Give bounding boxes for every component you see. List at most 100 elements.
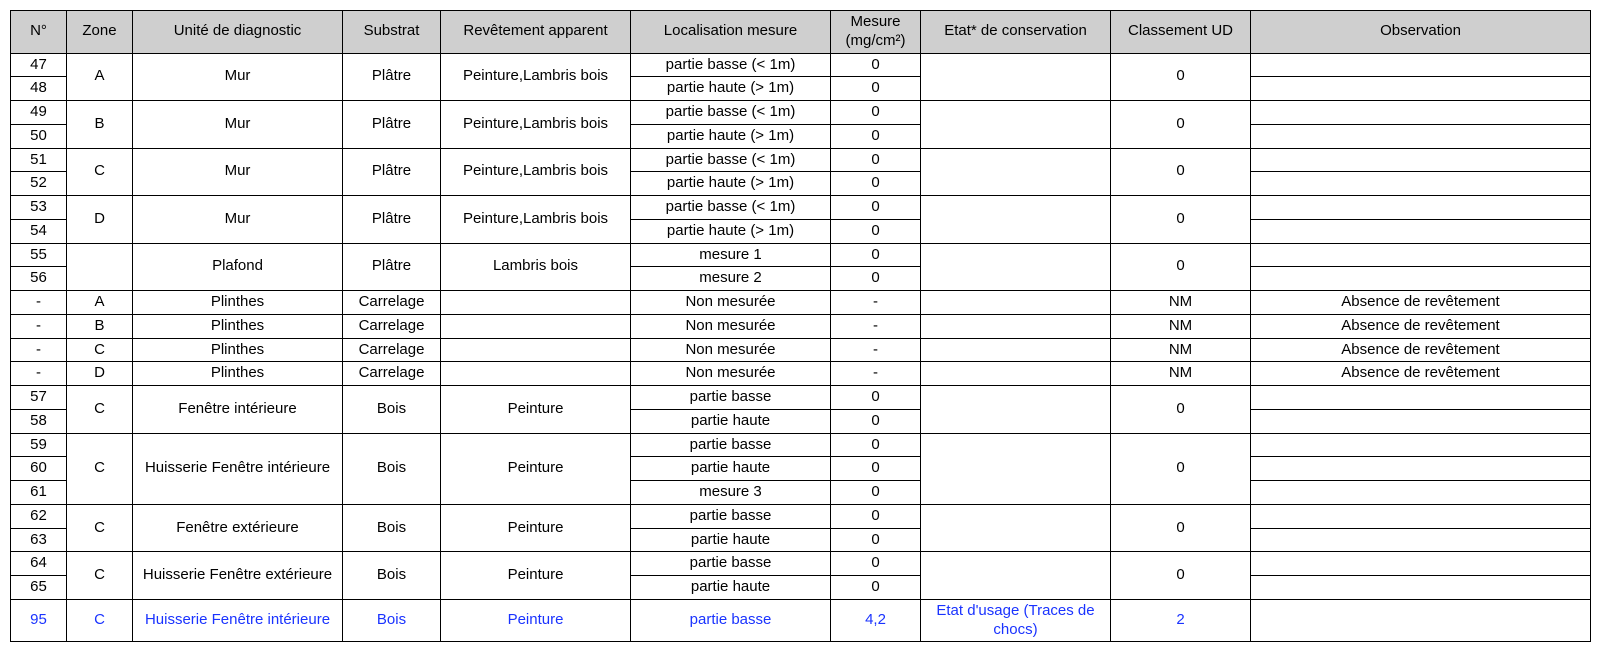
cell: 0: [831, 552, 921, 576]
cell: [1251, 148, 1591, 172]
cell: partie basse: [631, 504, 831, 528]
cell: [921, 433, 1111, 504]
cell: [921, 338, 1111, 362]
cell: [1251, 267, 1591, 291]
cell: Absence de revêtement: [1251, 291, 1591, 315]
cell: C: [67, 504, 133, 552]
cell: Non mesurée: [631, 338, 831, 362]
cell: 0: [1111, 148, 1251, 196]
cell: 0: [831, 386, 921, 410]
cell: Bois: [343, 599, 441, 642]
cell: Lambris bois: [441, 243, 631, 291]
cell: Plafond: [133, 243, 343, 291]
cell: partie haute: [631, 457, 831, 481]
cell: [921, 552, 1111, 600]
cell: 61: [11, 481, 67, 505]
cell: Mur: [133, 196, 343, 244]
cell: 59: [11, 433, 67, 457]
cell: 0: [831, 148, 921, 172]
cell: 0: [831, 457, 921, 481]
cell: 0: [831, 219, 921, 243]
table-row: 62CFenêtre extérieureBoisPeinturepartie …: [11, 504, 1591, 528]
cell: 0: [1111, 101, 1251, 149]
cell: partie basse: [631, 433, 831, 457]
cell: partie haute (> 1m): [631, 124, 831, 148]
table-row: 55PlafondPlâtreLambris boismesure 100: [11, 243, 1591, 267]
cell: [1251, 576, 1591, 600]
cell: NM: [1111, 338, 1251, 362]
cell: [921, 291, 1111, 315]
col-localisation: Localisation mesure: [631, 11, 831, 54]
cell: partie basse: [631, 386, 831, 410]
cell: A: [67, 53, 133, 101]
cell: [1251, 196, 1591, 220]
cell: [921, 362, 1111, 386]
table-row: 59CHuisserie Fenêtre intérieureBoisPeint…: [11, 433, 1591, 457]
cell: Peinture,Lambris bois: [441, 196, 631, 244]
cell: NM: [1111, 291, 1251, 315]
cell: [441, 362, 631, 386]
cell: C: [67, 386, 133, 434]
cell: A: [67, 291, 133, 315]
col-unite: Unité de diagnostic: [133, 11, 343, 54]
cell: Mur: [133, 148, 343, 196]
col-classement: Classement UD: [1111, 11, 1251, 54]
cell: [921, 101, 1111, 149]
cell: [921, 148, 1111, 196]
cell: partie basse: [631, 552, 831, 576]
cell: -: [831, 314, 921, 338]
cell: NM: [1111, 314, 1251, 338]
cell: Peinture: [441, 552, 631, 600]
cell: 0: [831, 576, 921, 600]
cell: Mur: [133, 101, 343, 149]
col-zone: Zone: [67, 11, 133, 54]
cell: 52: [11, 172, 67, 196]
cell: mesure 2: [631, 267, 831, 291]
table-row: 47AMurPlâtrePeinture,Lambris boispartie …: [11, 53, 1591, 77]
cell: Plâtre: [343, 148, 441, 196]
cell: partie haute (> 1m): [631, 77, 831, 101]
table-row: 53DMurPlâtrePeinture,Lambris boispartie …: [11, 196, 1591, 220]
diagnostic-table: N° Zone Unité de diagnostic Substrat Rev…: [10, 10, 1591, 642]
cell: [1251, 124, 1591, 148]
cell: 0: [1111, 504, 1251, 552]
cell: Huisserie Fenêtre extérieure: [133, 552, 343, 600]
col-observation: Observation: [1251, 11, 1591, 54]
cell: 62: [11, 504, 67, 528]
cell: C: [67, 148, 133, 196]
table-row: 64CHuisserie Fenêtre extérieureBoisPeint…: [11, 552, 1591, 576]
cell: C: [67, 599, 133, 642]
cell: B: [67, 314, 133, 338]
cell: Peinture,Lambris bois: [441, 53, 631, 101]
cell: [441, 291, 631, 315]
cell: 0: [831, 504, 921, 528]
cell: 0: [831, 77, 921, 101]
cell: Carrelage: [343, 362, 441, 386]
cell: mesure 1: [631, 243, 831, 267]
cell: [1251, 528, 1591, 552]
cell: 4,2: [831, 599, 921, 642]
cell: Huisserie Fenêtre intérieure: [133, 433, 343, 504]
cell: -: [831, 291, 921, 315]
cell: Peinture: [441, 433, 631, 504]
cell: 0: [831, 53, 921, 77]
cell: 0: [831, 528, 921, 552]
cell: -: [11, 291, 67, 315]
cell: [921, 243, 1111, 291]
cell: [441, 314, 631, 338]
cell: partie basse (< 1m): [631, 101, 831, 125]
cell: [1251, 101, 1591, 125]
cell: -: [11, 362, 67, 386]
cell: 0: [831, 267, 921, 291]
cell: Bois: [343, 504, 441, 552]
cell: Peinture: [441, 386, 631, 434]
cell: Peinture: [441, 599, 631, 642]
col-substrat: Substrat: [343, 11, 441, 54]
cell: 50: [11, 124, 67, 148]
cell: [441, 338, 631, 362]
cell: 54: [11, 219, 67, 243]
cell: 65: [11, 576, 67, 600]
cell: partie basse: [631, 599, 831, 642]
cell: Carrelage: [343, 314, 441, 338]
cell: Absence de revêtement: [1251, 338, 1591, 362]
